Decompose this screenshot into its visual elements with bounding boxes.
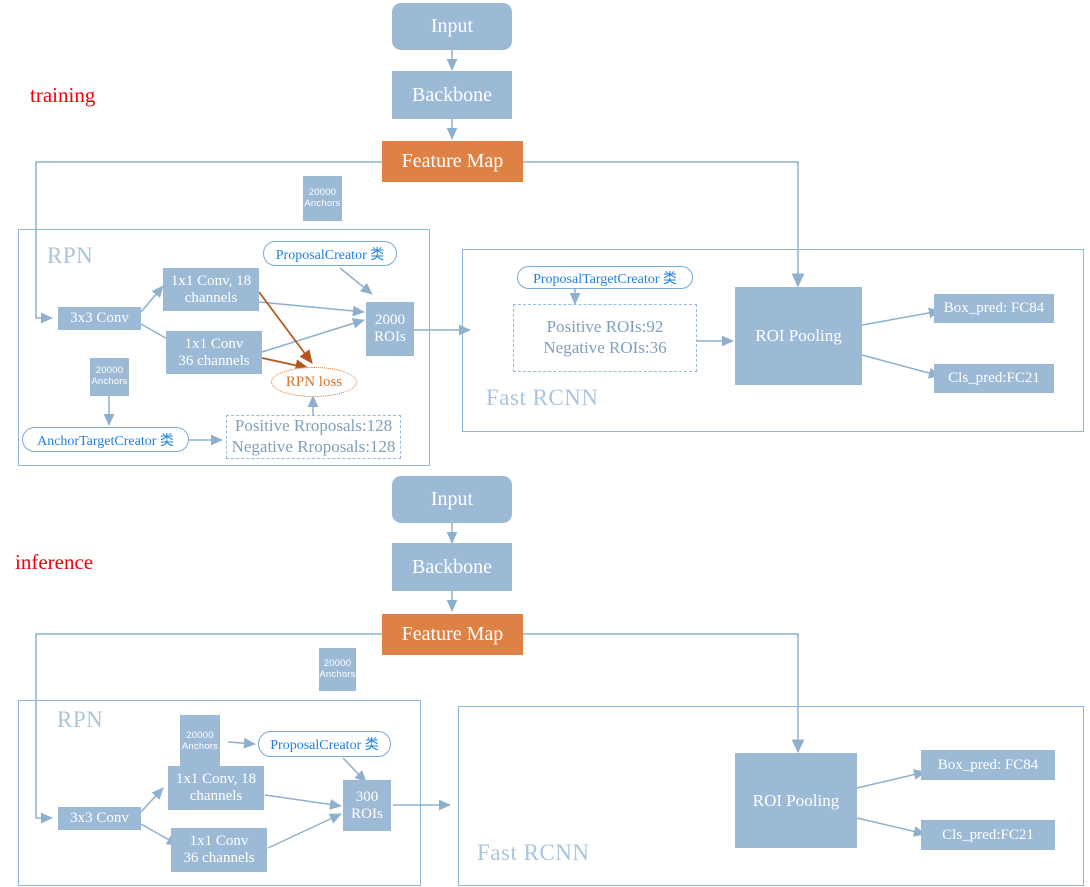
node-anchor-target-creator-training[interactable]: AnchorTargetCreator 类 <box>22 427 189 452</box>
anchors-label: Anchors <box>181 741 219 752</box>
node-box-pred-inference: Box_pred: FC84 <box>921 750 1055 780</box>
node-anchors-rpn-inference: 20000 Anchors <box>180 715 220 769</box>
node-input-inference: Input <box>392 476 512 523</box>
conv-line-2: 36 channels <box>183 850 255 866</box>
conv-line-2: channels <box>189 788 243 804</box>
phase-label-training: training <box>30 83 96 107</box>
positive-rois: Positive ROIs:92 <box>546 317 664 337</box>
node-proposals-box-training: Positive Rroposals:128 Negative Rroposal… <box>226 415 401 459</box>
node-anchors-top-inference: 20000 Anchors <box>319 648 356 691</box>
node-conv1x1-cls-inference: 1x1 Conv, 18 channels <box>168 766 264 810</box>
group-label-rpn-inference: RPN <box>57 707 104 732</box>
node-backbone-training: Backbone <box>392 71 512 119</box>
node-feature-map-inference: Feature Map <box>382 614 523 655</box>
node-conv1x1-cls-training: 1x1 Conv, 18 channels <box>163 268 259 311</box>
group-label-fast-rcnn-training: Fast RCNN <box>486 385 599 410</box>
node-cls-pred-training: Cls_pred:FC21 <box>934 364 1054 393</box>
node-backbone-inference: Backbone <box>392 543 512 591</box>
node-anchors-rpn-training: 20000 Anchors <box>90 358 129 396</box>
conv-line-2: 36 channels <box>178 352 250 369</box>
node-proposal-target-creator-training[interactable]: ProposalTargetCreator 类 <box>517 266 693 289</box>
diagram-canvas: training Input Backbone Feature Map 2000… <box>0 0 1090 887</box>
node-roi-pooling-training: ROI Pooling <box>735 287 862 385</box>
node-proposal-creator-inference[interactable]: ProposalCreator 类 <box>258 731 391 757</box>
conv-line-2: channels <box>184 289 238 306</box>
anchors-label: Anchors <box>319 668 356 680</box>
conv-line-1: 1x1 Conv <box>189 833 249 850</box>
node-conv1x1-reg-training: 1x1 Conv 36 channels <box>166 331 262 374</box>
node-conv3x3-inference: 3x3 Conv <box>58 807 141 830</box>
negative-rois: Negative ROIs:36 <box>543 338 667 357</box>
rois-count: 300 <box>355 788 379 805</box>
node-proposal-creator-training[interactable]: ProposalCreator 类 <box>263 241 397 266</box>
negative-proposals: Negative Rroposals:128 <box>231 437 396 456</box>
positive-proposals: Positive Rroposals:128 <box>234 416 393 436</box>
node-conv1x1-reg-inference: 1x1 Conv 36 channels <box>171 828 267 872</box>
node-box-pred-training: Box_pred: FC84 <box>934 294 1054 323</box>
group-label-rpn-training: RPN <box>47 243 94 268</box>
node-cls-pred-inference: Cls_pred:FC21 <box>921 820 1055 850</box>
conv-line-1: 1x1 Conv, 18 <box>175 771 257 788</box>
node-rois-inference: 300 ROIs <box>343 780 391 831</box>
node-anchors-top-training: 20000 Anchors <box>303 176 342 221</box>
phase-label-inference: inference <box>15 550 94 574</box>
node-feature-map-training: Feature Map <box>382 141 523 182</box>
node-rois-box-training: Positive ROIs:92 Negative ROIs:36 <box>513 304 697 372</box>
node-input-training: Input <box>392 3 512 50</box>
rois-count: 2000 <box>375 312 405 329</box>
node-conv3x3-training: 3x3 Conv <box>58 307 141 330</box>
anchors-count: 20000 <box>323 657 352 669</box>
node-roi-pooling-inference: ROI Pooling <box>735 753 857 848</box>
anchors-label: Anchors <box>91 376 128 387</box>
anchors-label: Anchors <box>304 197 341 209</box>
conv-line-1: 1x1 Conv, 18 <box>170 272 252 289</box>
node-rois-training: 2000 ROIs <box>366 302 414 356</box>
anchors-count: 20000 <box>308 186 337 198</box>
group-label-fast-rcnn-inference: Fast RCNN <box>477 840 590 865</box>
rois-label: ROIs <box>351 805 383 822</box>
conv-line-1: 1x1 Conv <box>184 335 244 352</box>
node-rpn-loss-training: RPN loss <box>271 367 357 397</box>
rois-label: ROIs <box>374 329 406 345</box>
